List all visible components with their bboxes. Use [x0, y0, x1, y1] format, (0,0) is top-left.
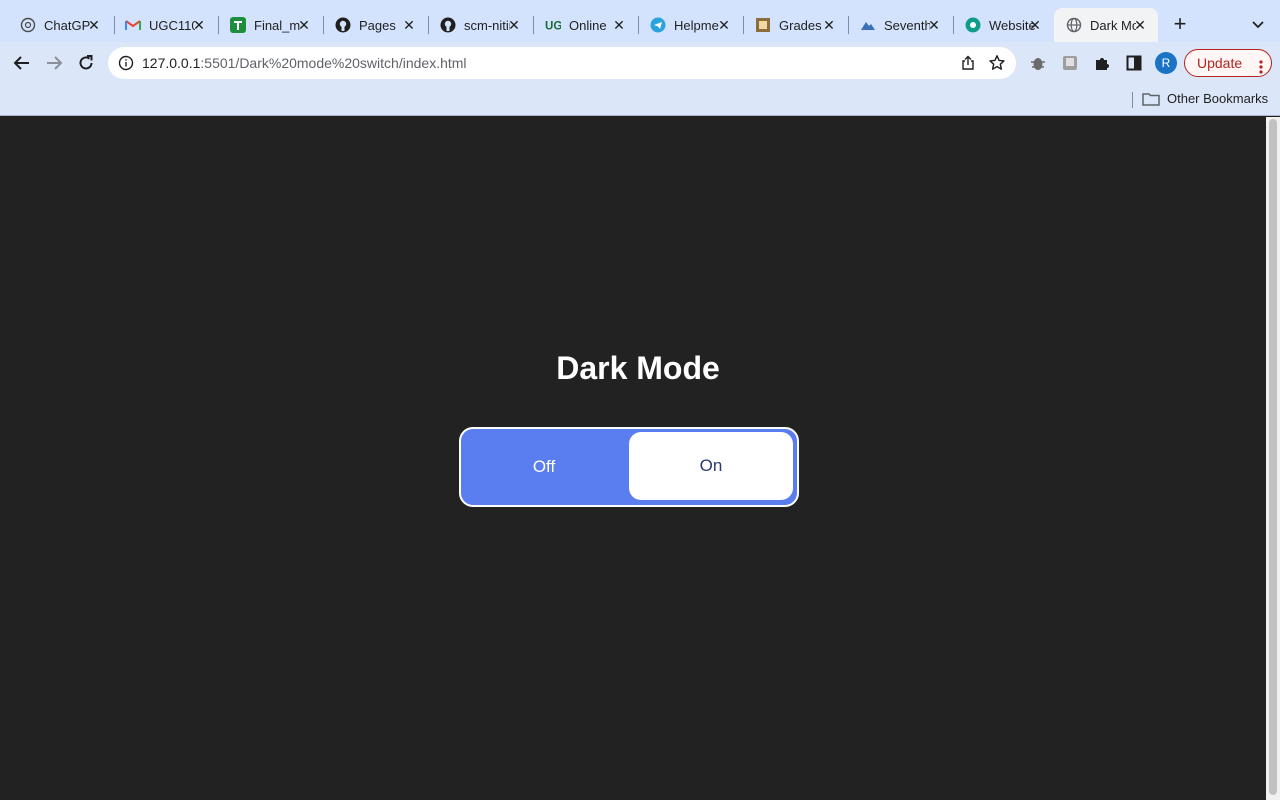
url-host: 127.0.0.1 — [142, 55, 201, 71]
scrollbar-thumb[interactable] — [1269, 119, 1277, 795]
close-icon[interactable]: ✕ — [191, 17, 207, 33]
github-icon — [335, 17, 351, 33]
close-icon[interactable]: ✕ — [1027, 17, 1043, 33]
dark-mode-toggle[interactable]: Off On — [459, 427, 799, 507]
forward-arrow-icon — [47, 56, 63, 70]
close-icon[interactable]: ✕ — [1132, 17, 1148, 33]
url-text[interactable]: 127.0.0.1:5501/Dark%20mode%20switch/inde… — [142, 55, 467, 71]
bookmarks-bar: Other Bookmarks — [0, 84, 1280, 116]
close-icon[interactable]: ✕ — [506, 17, 522, 33]
url-path: :5501/Dark%20mode%20switch/index.html — [200, 55, 467, 71]
image-extension-icon[interactable] — [1060, 53, 1080, 73]
tab-helpme[interactable]: Helpme ✕ — [638, 8, 742, 42]
close-icon[interactable]: ✕ — [611, 17, 627, 33]
bookmark-star-icon[interactable] — [988, 54, 1006, 72]
vertical-scrollbar[interactable] — [1266, 117, 1280, 800]
tab-dark-mode[interactable]: Dark Mode ✕ — [1054, 8, 1158, 42]
back-arrow-icon — [13, 56, 29, 70]
tab-title: Online — [569, 17, 607, 33]
forward-button[interactable] — [42, 51, 66, 75]
update-label: Update — [1197, 55, 1243, 71]
tab-online[interactable]: UG Online ✕ — [533, 8, 637, 42]
tab-chatgpt[interactable]: ChatGPT ✕ — [8, 8, 112, 42]
extensions-puzzle-icon[interactable] — [1092, 53, 1112, 73]
tab-grades[interactable]: Grades ✕ — [743, 8, 847, 42]
update-button[interactable]: Update — [1184, 49, 1272, 77]
tab-seventh[interactable]: Seventh ✕ — [848, 8, 952, 42]
tab-pages[interactable]: Pages ✕ — [323, 8, 427, 42]
reload-button[interactable] — [74, 51, 98, 75]
folder-icon — [1142, 92, 1160, 106]
chevron-down-icon[interactable] — [1248, 14, 1268, 34]
svg-text:UG: UG — [545, 20, 561, 32]
telegram-icon — [650, 17, 666, 33]
info-icon[interactable] — [118, 55, 134, 71]
close-icon[interactable]: ✕ — [86, 17, 102, 33]
other-bookmarks-button[interactable]: Other Bookmarks — [1142, 91, 1268, 106]
sheets-icon — [230, 17, 246, 33]
tab-title: Seventh — [884, 17, 930, 33]
tab-final-marks[interactable]: Final_marks ✕ — [218, 8, 322, 42]
side-panel-icon[interactable] — [1124, 53, 1144, 73]
tab-title: UGC11057 — [149, 17, 195, 33]
tab-title: Final_marks — [254, 17, 300, 33]
gmail-icon — [125, 17, 141, 33]
bug-extension-icon[interactable] — [1028, 53, 1048, 73]
bookmarks-separator — [1132, 92, 1133, 108]
close-icon[interactable]: ✕ — [716, 17, 732, 33]
toggle-off-option[interactable]: Off — [461, 429, 627, 505]
tab-title: Pages — [359, 17, 396, 33]
close-icon[interactable]: ✕ — [821, 17, 837, 33]
browser-toolbar: 127.0.0.1:5501/Dark%20mode%20switch/inde… — [0, 42, 1280, 84]
close-icon[interactable]: ✕ — [401, 17, 417, 33]
tab-scm[interactable]: scm-nitin ✕ — [428, 8, 532, 42]
globe-icon — [1066, 17, 1082, 33]
other-bookmarks-label: Other Bookmarks — [1167, 91, 1269, 106]
toggle-on-option[interactable]: On — [629, 432, 793, 500]
share-icon[interactable] — [960, 55, 976, 71]
tab-title: ChatGPT — [44, 17, 90, 33]
more-vertical-icon[interactable] — [1259, 56, 1263, 74]
tab-website[interactable]: Website ✕ — [953, 8, 1053, 42]
crest-icon — [755, 17, 771, 33]
profile-avatar[interactable]: R — [1155, 52, 1177, 74]
back-button[interactable] — [10, 51, 34, 75]
chatgpt-icon — [20, 17, 36, 33]
page-title: Dark Mode — [556, 350, 720, 386]
github-icon — [440, 17, 456, 33]
mountain-icon — [860, 17, 876, 33]
address-bar[interactable]: 127.0.0.1:5501/Dark%20mode%20switch/inde… — [108, 47, 1016, 79]
tab-strip: ChatGPT ✕ UGC11057 ✕ Final_marks ✕ Pages… — [0, 0, 1280, 42]
tab-title: Grades — [779, 17, 822, 33]
new-tab-button[interactable]: + — [1168, 12, 1192, 36]
tab-gmail[interactable]: UGC11057 ✕ — [113, 8, 217, 42]
site-icon — [965, 17, 981, 33]
reload-icon — [79, 55, 93, 70]
tab-title: scm-nitin — [464, 17, 510, 33]
page-viewport: Dark Mode Off On — [0, 117, 1266, 800]
ug-icon: UG — [545, 17, 561, 33]
close-icon[interactable]: ✕ — [926, 17, 942, 33]
tab-title: Dark Mode — [1090, 17, 1136, 33]
tab-title: Helpme — [674, 17, 719, 33]
close-icon[interactable]: ✕ — [296, 17, 312, 33]
